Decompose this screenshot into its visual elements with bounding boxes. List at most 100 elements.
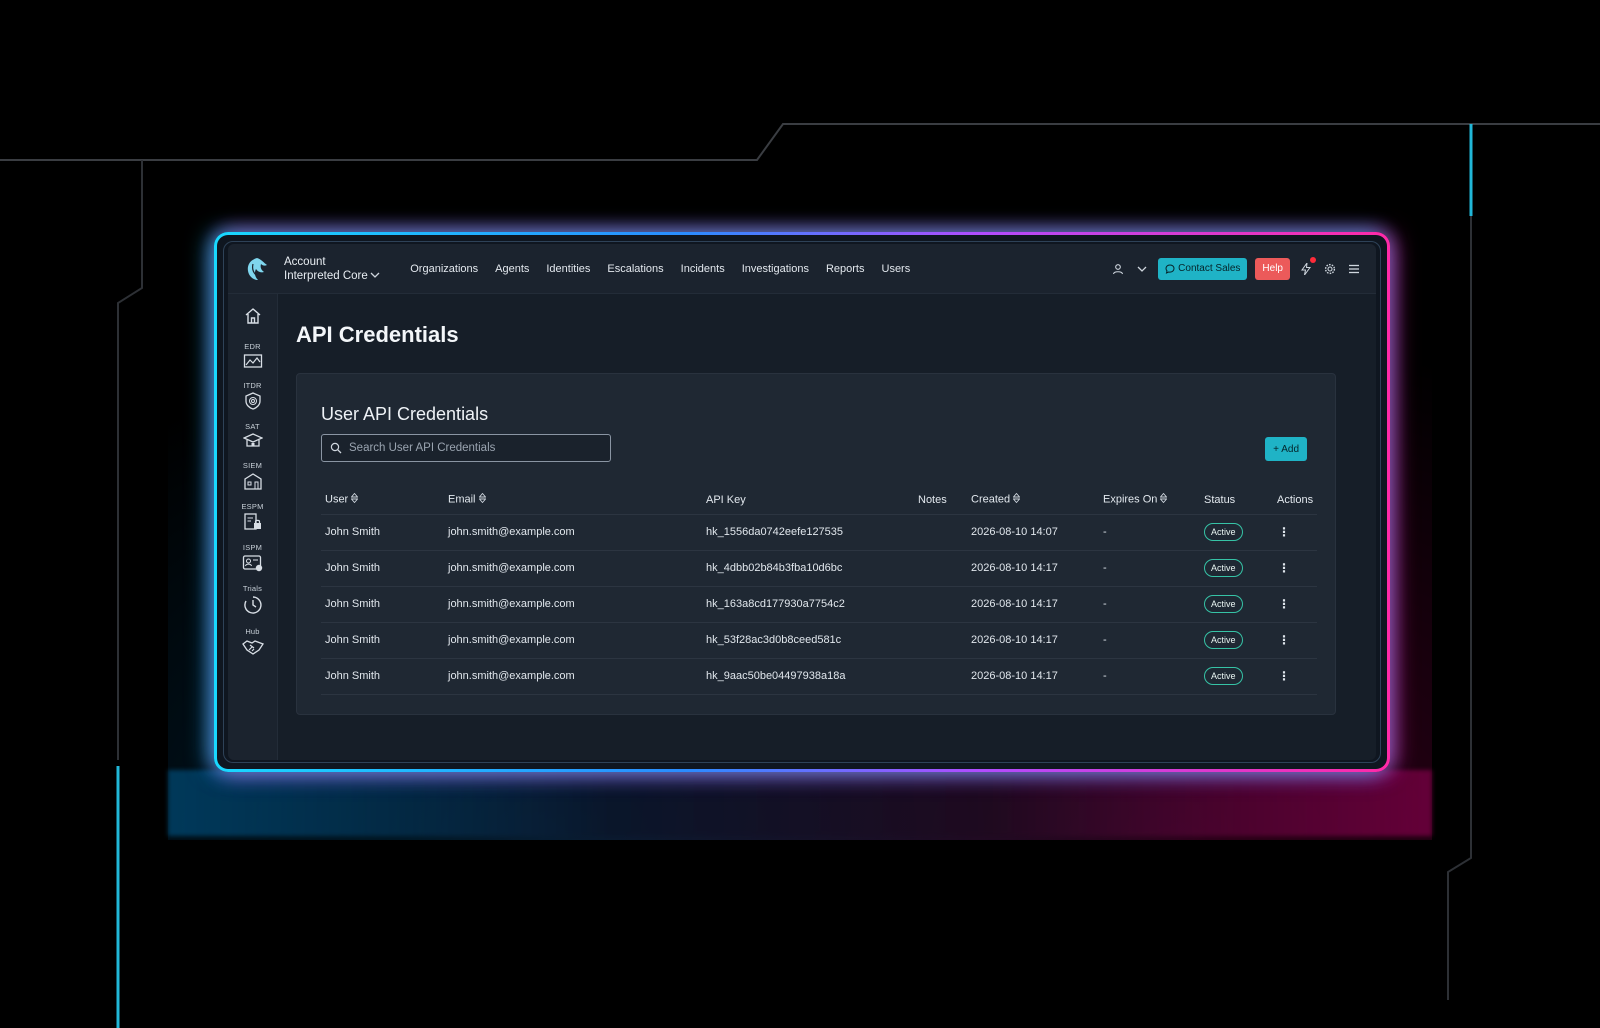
help-button[interactable]: Help [1255,257,1290,280]
sidebar: EDR ITDR SAT SIEM ESPM ISPM Trials Hub [228,294,278,760]
row-actions-kebab-icon[interactable]: ⋮ [1277,526,1291,538]
account-name: Interpreted Core [284,269,368,282]
contact-sales-button[interactable]: Contact Sales [1158,257,1248,280]
app-window: Account Interpreted Core Organizations A… [228,244,1376,760]
cell-email: john.smith@example.com [444,657,702,695]
nav-users[interactable]: Users [873,263,919,275]
cell-created: 2026-08-10 14:17 [967,585,1099,622]
cell-expires: - [1099,549,1200,586]
bolt-icon[interactable] [1298,256,1316,277]
nav-investigations[interactable]: Investigations [733,263,817,275]
cell-created: 2026-08-10 14:17 [967,549,1099,586]
column-header-notes: Notes [918,493,947,506]
cell-notes [914,549,967,586]
sidebar-item-siem[interactable]: SIEM [243,461,263,490]
nav-escalations[interactable]: Escalations [599,263,672,275]
sidebar-item-sat[interactable]: SAT [242,422,263,449]
status-badge: Active [1204,667,1243,685]
sidebar-item-edr[interactable]: EDR [243,342,263,369]
lock-doc-icon [243,513,261,530]
sidebar-item-hub[interactable]: Hub [241,627,264,656]
home-icon [245,308,260,324]
sort-icon[interactable] [478,493,486,506]
search-input[interactable] [349,442,599,454]
sidebar-label-ispm: ISPM [242,543,263,552]
sidebar-item-home[interactable] [243,306,263,326]
status-badge: Active [1204,631,1243,649]
hamburger-menu-icon[interactable] [1346,261,1362,277]
credentials-card: User API Credentials + Add User Email AP… [296,373,1336,715]
sidebar-item-espm[interactable]: ESPM [241,502,263,531]
top-navigation: Account Interpreted Core Organizations A… [228,244,1376,294]
cell-api-key: hk_9aac50be04497938a18a [702,657,914,695]
credentials-table: User Email API Key Notes Created Expires… [321,486,1317,695]
gear-icon[interactable] [1322,261,1338,277]
nav-organizations[interactable]: Organizations [402,263,487,275]
column-header-created[interactable]: Created [967,486,1099,514]
cell-email: john.smith@example.com [444,549,702,586]
cell-created: 2026-08-10 14:07 [967,513,1099,550]
cell-user: John Smith [321,585,444,622]
chart-icon [243,354,262,368]
cell-created: 2026-08-10 14:17 [967,621,1099,658]
graduation-icon [242,433,263,447]
header-actions: Contact Sales Help [1110,256,1362,280]
notification-dot [1310,256,1316,263]
contact-sales-label: Contact Sales [1178,263,1241,274]
cell-email: john.smith@example.com [444,585,702,622]
cell-notes [914,585,967,622]
column-header-expires-on[interactable]: Expires On [1099,486,1200,514]
cell-created: 2026-08-10 14:17 [967,657,1099,695]
table-row: John Smith john.smith@example.com hk_9aa… [321,657,1317,695]
nav-agents[interactable]: Agents [487,263,538,275]
sort-icon[interactable] [350,493,359,506]
chat-bubble-icon [1165,263,1175,274]
handshake-icon [241,640,264,655]
row-actions-kebab-icon[interactable]: ⋮ [1277,598,1291,610]
nav-incidents[interactable]: Incidents [672,263,733,275]
row-actions-kebab-icon[interactable]: ⋮ [1277,562,1291,574]
sort-icon[interactable] [1159,493,1168,506]
chevron-down-icon[interactable] [1134,261,1150,277]
reflective-floor [168,770,1432,836]
column-header-actions: Actions [1277,493,1314,506]
chevron-down-icon [370,269,380,283]
status-badge: Active [1204,559,1243,577]
page-title: API Credentials [296,322,459,347]
sidebar-label-sat: SAT [245,422,260,431]
cell-user: John Smith [321,657,444,695]
cell-expires: - [1099,657,1200,695]
nav-reports[interactable]: Reports [817,263,873,275]
cell-api-key: hk_163a8cd177930a7754c2 [702,585,914,622]
main-content: API Credentials User API Credentials + A… [296,294,1376,760]
sort-icon[interactable] [1012,493,1021,506]
row-actions-kebab-icon[interactable]: ⋮ [1277,670,1291,682]
fingerprint-shield-icon [244,392,261,410]
column-header-email[interactable]: Email [444,486,702,514]
cell-expires: - [1099,513,1200,550]
add-credential-button[interactable]: + Add [1265,437,1307,461]
search-box[interactable] [321,434,611,462]
building-icon [243,473,262,490]
cell-user: John Smith [321,621,444,658]
table-header-row: User Email API Key Notes Created Expires… [321,486,1317,514]
cell-user: John Smith [321,549,444,586]
cell-email: john.smith@example.com [444,621,702,658]
sidebar-label-itdr: ITDR [243,381,262,390]
brand-logo-icon[interactable] [242,254,272,284]
cell-expires: - [1099,621,1200,658]
row-actions-kebab-icon[interactable]: ⋮ [1277,634,1291,646]
account-switcher[interactable]: Account Interpreted Core [284,255,380,283]
sidebar-item-trials[interactable]: Trials [243,584,263,615]
sidebar-item-ispm[interactable]: ISPM [242,543,264,572]
cell-email: john.smith@example.com [444,513,702,550]
cell-expires: - [1099,585,1200,622]
nav-identities[interactable]: Identities [538,263,599,275]
column-header-user[interactable]: User [321,486,444,514]
status-badge: Active [1204,595,1243,613]
cell-api-key: hk_4dbb02b84b3fba10d6bc [702,549,914,586]
sidebar-item-itdr[interactable]: ITDR [243,381,261,410]
cell-user: John Smith [321,513,444,550]
user-icon[interactable] [1110,261,1126,277]
table-row: John Smith john.smith@example.com hk_155… [321,513,1317,550]
